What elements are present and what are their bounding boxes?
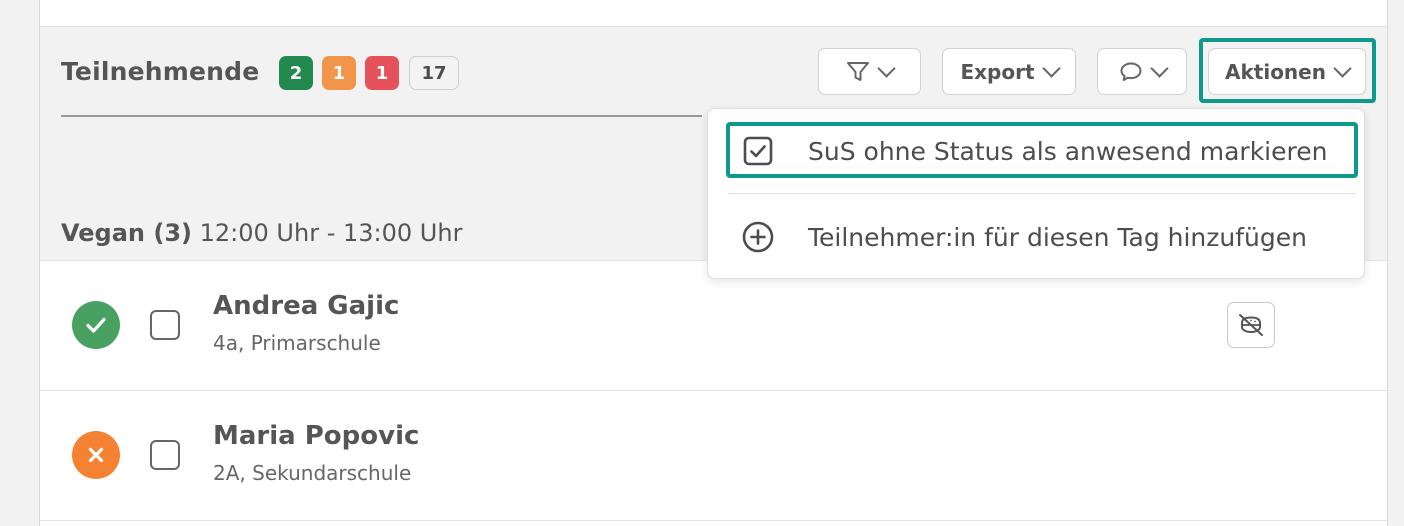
- group-name: Vegan (3): [61, 219, 192, 247]
- top-band: [40, 0, 1387, 27]
- chevron-down-icon: [877, 59, 896, 78]
- row-select-checkbox[interactable]: [150, 440, 180, 470]
- total-count-badge: 17: [409, 56, 459, 90]
- header-underline: [61, 115, 702, 117]
- menu-item-highlight: [726, 122, 1358, 178]
- menu-item-label: Teilnehmer:in für diesen Tag hinzufügen: [808, 222, 1307, 252]
- export-button-label: Export: [960, 59, 1035, 84]
- group-label: Vegan (3) 12:00 Uhr - 13:00 Uhr: [61, 219, 462, 247]
- chevron-down-icon: [1041, 59, 1061, 78]
- speech-bubble-icon: [1119, 61, 1143, 83]
- menu-divider: [728, 193, 1356, 194]
- chevron-down-icon: [1149, 59, 1169, 78]
- page-title: Teilnehmende: [61, 57, 260, 86]
- group-time: 12:00 Uhr - 13:00 Uhr: [199, 219, 463, 247]
- status-present-icon[interactable]: [72, 301, 120, 349]
- participant-class: 2A, Sekundarschule: [213, 461, 412, 485]
- comment-button[interactable]: [1097, 48, 1187, 95]
- table-row[interactable]: Andrea Gajic 4a, Primarschule: [40, 261, 1387, 391]
- participant-name: Maria Popovic: [213, 421, 420, 451]
- filter-icon: [846, 61, 870, 83]
- table-row[interactable]: Maria Popovic 2A, Sekundarschule: [40, 391, 1387, 521]
- row-select-checkbox[interactable]: [150, 310, 180, 340]
- plus-circle-icon: [741, 220, 775, 254]
- participant-class: 4a, Primarschule: [213, 331, 381, 355]
- status-absent-icon[interactable]: [72, 431, 120, 479]
- export-button[interactable]: Export: [942, 48, 1076, 95]
- actions-dropdown-menu: SuS ohne Status als anwesend markieren T…: [707, 108, 1365, 279]
- filter-button[interactable]: [818, 48, 921, 95]
- no-meal-button[interactable]: [1227, 302, 1275, 348]
- menu-item-add-participant[interactable]: Teilnehmer:in für diesen Tag hinzufügen: [708, 202, 1366, 272]
- present-count-badge: 2: [279, 56, 313, 90]
- absent-count-badge: 1: [365, 56, 399, 90]
- excused-count-badge: 1: [322, 56, 356, 90]
- actions-button-highlight: [1199, 38, 1376, 103]
- participant-name: Andrea Gajic: [213, 291, 400, 321]
- no-food-icon: [1236, 312, 1266, 338]
